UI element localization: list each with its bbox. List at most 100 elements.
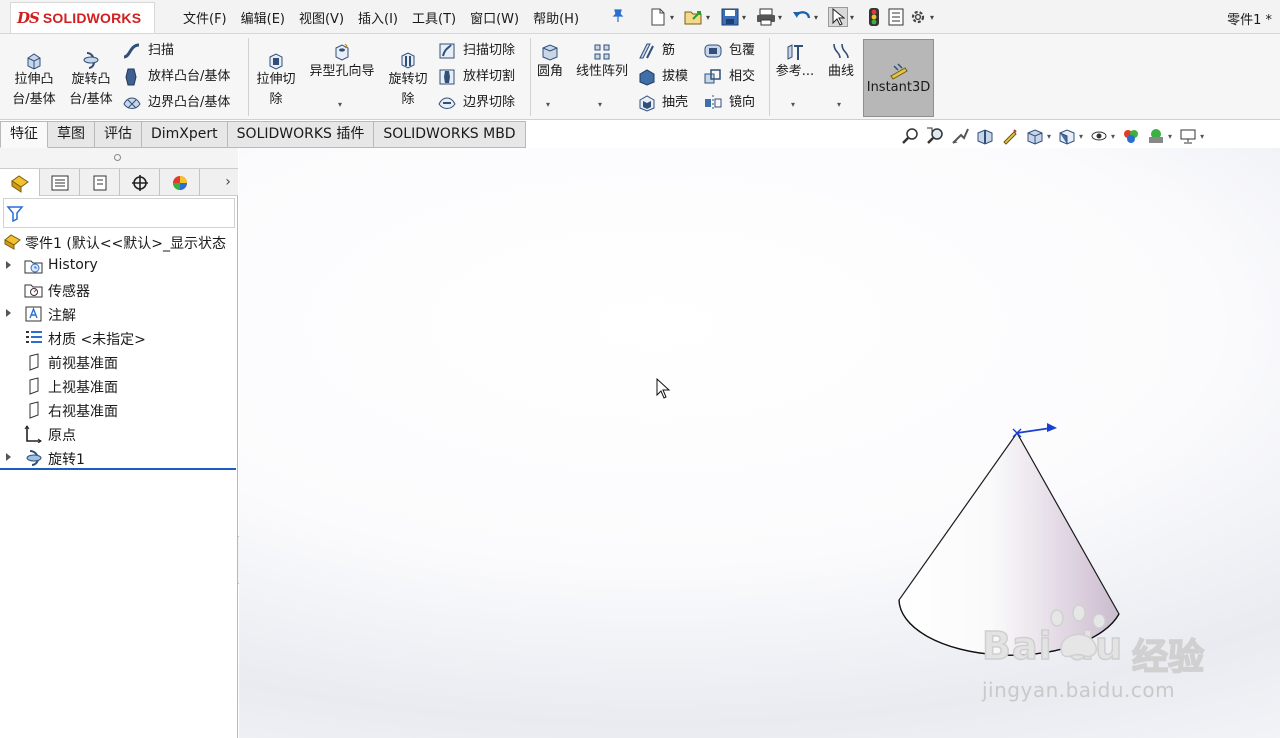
reference-geometry-button[interactable]: 参考... [774,42,816,82]
zoom-to-fit-icon[interactable] [900,126,920,146]
menu-insert[interactable]: 插入(I) [351,8,405,27]
view-settings-dropdown-icon[interactable]: ▾ [1200,132,1204,141]
tab-evaluate[interactable]: 评估 [95,121,142,148]
wrap-button[interactable]: 包覆 [703,42,755,60]
rib-button[interactable]: 筋 [638,42,675,60]
draft-button[interactable]: 拔模 [638,68,688,86]
display-manager-tab[interactable] [160,169,200,196]
print-dropdown-icon[interactable]: ▾ [778,13,786,22]
open-icon[interactable] [684,7,704,27]
boundary-cut-button[interactable]: 边界切除 [437,94,515,112]
graphics-area[interactable]: Bai du 经验 jingyan.baidu.com [239,148,1280,738]
mirror-button[interactable]: 镜向 [703,94,755,112]
solidworks-logo[interactable]: DS SOLIDWORKS [10,2,155,34]
hide-show-items-icon[interactable] [1089,126,1109,146]
tree-filter[interactable] [3,198,235,228]
menu-help[interactable]: 帮助(H) [526,8,586,27]
undo-dropdown-icon[interactable]: ▾ [814,13,822,22]
revolve-cut-button[interactable]: 旋转切 除 [384,50,432,110]
tree-item-right-plane[interactable]: 右视基准面 [0,398,238,422]
linear-pattern-button[interactable]: 线性阵列 [571,42,633,82]
options-icon[interactable] [908,7,928,27]
tree-item-front-plane[interactable]: 前视基准面 [0,350,238,374]
tab-solidworks-addins[interactable]: SOLIDWORKS 插件 [227,121,375,148]
view-orientation-icon[interactable] [1025,126,1045,146]
menu-tools[interactable]: 工具(T) [405,8,463,27]
file-properties-icon[interactable] [886,7,906,27]
new-dropdown-icon[interactable]: ▾ [670,13,678,22]
tree-item-top-plane[interactable]: 上视基准面 [0,374,238,398]
shell-button[interactable]: 抽壳 [638,94,688,112]
tab-dimxpert[interactable]: DimXpert [142,121,228,148]
lofted-cut-button[interactable]: 放样切割 [437,68,515,86]
new-icon[interactable] [648,7,668,27]
tree-item-annotations[interactable]: 注解 [0,302,238,326]
pin-icon[interactable] [612,9,624,27]
rollback-bar[interactable] [0,468,236,470]
linear-pattern-dropdown-icon[interactable]: ▾ [598,100,602,109]
tab-solidworks-mbd[interactable]: SOLIDWORKS MBD [374,121,526,148]
hide-show-dropdown-icon[interactable]: ▾ [1111,132,1115,141]
tree-root-part[interactable]: 零件1 (默认<<默认>_显示状态 [0,230,238,254]
reference-dropdown-icon[interactable]: ▾ [791,100,795,109]
apply-scene-icon[interactable] [1146,126,1166,146]
tree-item-revolve1[interactable]: 旋转1 [0,446,238,470]
previous-view-icon[interactable] [950,126,970,146]
display-style-dropdown-icon[interactable]: ▾ [1079,132,1083,141]
menu-edit[interactable]: 编辑(E) [234,8,292,27]
options-dropdown-icon[interactable]: ▾ [930,13,938,22]
menu-file[interactable]: 文件(F) [176,8,234,27]
expand-icon[interactable] [6,261,11,269]
tree-item-material[interactable]: 材质 <未指定> [0,326,238,350]
extrude-cut-button[interactable]: 拉伸切 除 [252,50,300,110]
revolve-boss-button[interactable]: 旋转凸 台/基体 [67,50,115,110]
dimxpert-manager-icon [131,174,148,191]
curves-dropdown-icon[interactable]: ▾ [837,100,841,109]
tab-features[interactable]: 特征 [0,121,48,148]
plane-icon [24,353,44,374]
tree-item-sensors[interactable]: 传感器 [0,278,238,302]
rebuild-icon[interactable] [864,7,884,27]
panel-tabs-more-icon[interactable]: › [218,169,238,195]
boundary-boss-button[interactable]: 边界凸台/基体 [122,94,230,112]
curves-button[interactable]: 曲线 [823,42,859,82]
zoom-to-area-icon[interactable] [925,126,945,146]
section-view-icon[interactable] [975,126,995,146]
extrude-boss-button[interactable]: 拉伸凸 台/基体 [10,50,58,110]
panel-grip[interactable] [0,148,238,168]
intersect-button[interactable]: 相交 [703,68,755,86]
hole-wizard-dropdown-icon[interactable]: ▾ [338,100,342,109]
tree-item-origin[interactable]: 原点 [0,422,238,446]
fillet-dropdown-icon[interactable]: ▾ [546,100,550,109]
loft-boss-button[interactable]: 放样凸台/基体 [122,68,230,86]
menu-view[interactable]: 视图(V) [292,8,351,27]
property-manager-tab[interactable] [40,169,80,196]
hole-wizard-button[interactable]: 异型孔向导 [305,42,379,82]
save-icon[interactable] [720,7,740,27]
select-icon[interactable] [828,7,848,27]
select-dropdown-icon[interactable]: ▾ [850,13,858,22]
print-icon[interactable] [756,7,776,27]
sweep-button[interactable]: 扫描 [122,42,174,60]
menu-window[interactable]: 窗口(W) [463,8,526,27]
tab-sketch[interactable]: 草图 [48,121,95,148]
swept-cut-button[interactable]: 扫描切除 [437,42,515,60]
fillet-button[interactable]: 圆角 [534,42,566,82]
display-style-icon[interactable] [1057,126,1077,146]
expand-icon[interactable] [6,309,11,317]
view-settings-icon[interactable] [1178,126,1198,146]
dimxpert-manager-tab[interactable] [120,169,160,196]
open-dropdown-icon[interactable]: ▾ [706,13,714,22]
dynamic-annotation-icon[interactable] [1000,126,1020,146]
expand-icon[interactable] [6,453,11,461]
undo-icon[interactable] [792,7,812,27]
view-orientation-dropdown-icon[interactable]: ▾ [1047,132,1051,141]
instant3d-toggle[interactable]: Instant3D [863,39,934,117]
feature-manager-tab[interactable] [0,169,40,196]
save-dropdown-icon[interactable]: ▾ [742,13,750,22]
edit-appearance-icon[interactable] [1121,126,1141,146]
apply-scene-dropdown-icon[interactable]: ▾ [1168,132,1172,141]
display-manager-icon [172,175,187,190]
configuration-manager-tab[interactable] [80,169,120,196]
tree-item-history[interactable]: History [0,254,238,278]
